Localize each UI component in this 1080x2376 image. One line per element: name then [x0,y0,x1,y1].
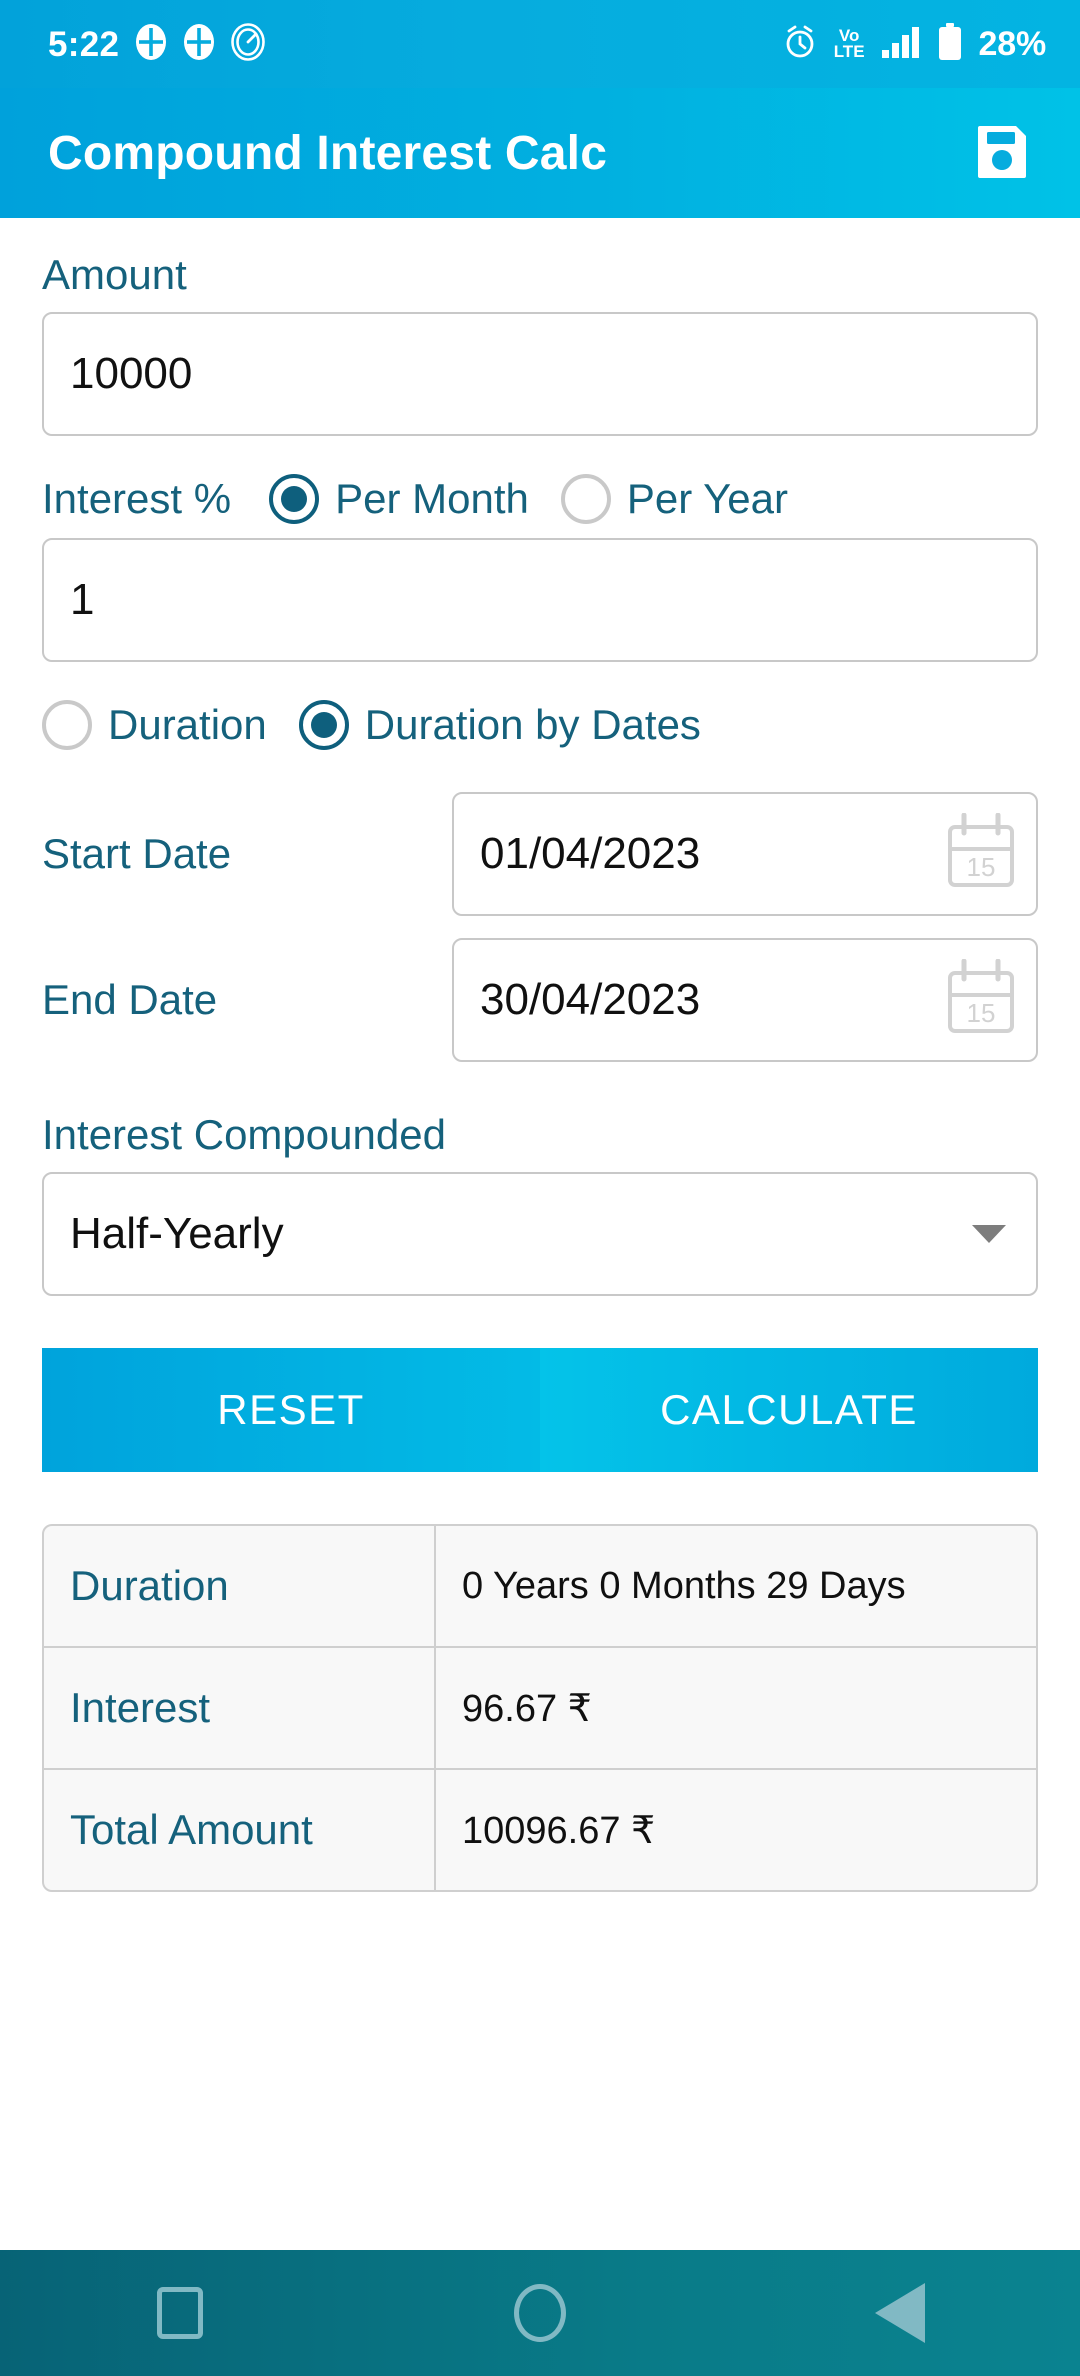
compounded-label: Interest Compounded [42,1111,446,1159]
reset-button[interactable]: RESET [42,1348,540,1473]
compounded-select[interactable]: Half-Yearly [42,1172,1038,1297]
amount-value: 10000 [70,349,193,399]
save-button[interactable] [960,111,1044,195]
interest-input[interactable]: 1 [42,538,1038,663]
calendar-icon[interactable]: 15 [944,812,1018,896]
radio-duration-by-dates-label: Duration by Dates [364,701,701,749]
interest-rate-row: Interest % Per Month Per Year [42,474,1038,525]
result-total-value: 10096.67 ₹ [462,1809,656,1852]
compounded-value: Half-Yearly [70,1209,284,1259]
recents-square-icon [157,2287,203,2339]
results-table: Duration 0 Years 0 Months 29 Days Intere… [42,1524,1038,1893]
recents-button[interactable] [105,2250,255,2376]
result-duration-label: Duration [44,1526,436,1647]
table-row: Duration 0 Years 0 Months 29 Days [44,1526,1036,1647]
app-bar-actions [960,111,1044,195]
main-content: Amount 10000 Interest % Per Month Per Ye… [0,218,1080,2250]
save-floppy-icon [974,122,1030,185]
radio-per-month[interactable]: Per Month [269,474,529,525]
table-row: Total Amount 10096.67 ₹ [44,1768,1036,1891]
radio-duration-icon [42,700,92,751]
radio-duration-by-dates[interactable]: Duration by Dates [298,700,701,751]
signal-bars-icon [881,25,921,64]
interest-label: Interest % [42,475,232,523]
status-bar-right: Vo LTE 28% [782,22,1047,66]
result-interest-label: Interest [44,1648,436,1769]
end-date-value: 30/04/2023 [480,975,701,1025]
back-triangle-icon [875,2283,925,2343]
back-button[interactable] [825,2250,975,2376]
interest-period-radio-group: Per Month Per Year [269,474,820,525]
radio-per-year-label: Per Year [626,475,788,523]
amount-input[interactable]: 10000 [42,312,1038,437]
start-date-value: 01/04/2023 [480,829,701,879]
calculate-button[interactable]: CALCULATE [540,1348,1038,1473]
end-date-row: End Date 30/04/2023 15 [42,938,1038,1063]
radio-duration[interactable]: Duration [42,700,267,751]
battery-percent: 28% [978,24,1047,63]
calendar-icon[interactable]: 15 [944,958,1018,1042]
home-button[interactable] [465,2250,615,2376]
start-date-input[interactable]: 01/04/2023 15 [452,792,1038,917]
svg-text:15: 15 [967,998,996,1028]
action-buttons: RESET CALCULATE [42,1348,1038,1473]
duration-mode-row: Duration Duration by Dates [42,700,1038,751]
radio-per-year[interactable]: Per Year [560,474,788,525]
svg-text:15: 15 [967,852,996,882]
radio-duration-label: Duration [108,701,267,749]
radio-per-month-label: Per Month [335,475,529,523]
duration-mode-radio-group: Duration Duration by Dates [42,700,733,751]
speedometer-icon [231,22,266,66]
alarm-clock-icon [782,23,818,66]
end-date-label: End Date [42,976,218,1024]
result-interest-value: 96.67 ₹ [462,1687,592,1730]
status-bar: 5:22 Vo LTE 28% [0,0,1080,88]
phone-screen: 5:22 Vo LTE 28% Compound Interest Calc A… [0,0,1080,2376]
amount-label: Amount [42,251,187,298]
android-nav-bar [0,2250,1080,2376]
result-duration-value: 0 Years 0 Months 29 Days [462,1564,906,1607]
end-date-input[interactable]: 30/04/2023 15 [452,938,1038,1063]
status-time: 5:22 [48,24,120,64]
home-circle-icon [514,2284,566,2342]
start-date-row: Start Date 01/04/2023 15 [42,792,1038,917]
app-badge-icon [183,23,215,66]
interest-value: 1 [70,575,95,625]
start-date-label: Start Date [42,830,232,878]
app-badge-icon [135,23,167,66]
radio-per-year-icon [560,474,611,525]
chevron-down-icon [972,1225,1006,1244]
radio-duration-by-dates-icon [298,700,349,751]
radio-per-month-icon [269,474,320,525]
battery-icon [937,22,963,66]
volte-icon: Vo LTE [833,26,865,61]
result-total-label: Total Amount [44,1770,436,1891]
table-row: Interest 96.67 ₹ [44,1646,1036,1769]
page-title: Compound Interest Calc [48,126,608,180]
app-bar: Compound Interest Calc [0,88,1080,218]
status-bar-left: 5:22 [48,22,266,66]
